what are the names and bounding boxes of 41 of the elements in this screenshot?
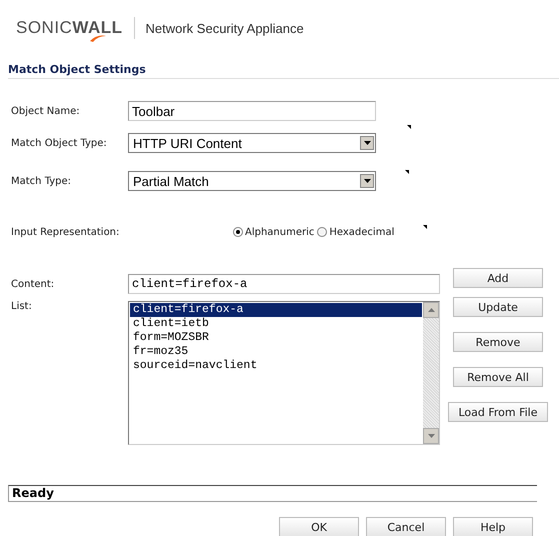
action-button[interactable]: Load From File — [448, 402, 548, 422]
action-button[interactable]: Remove All — [453, 367, 543, 387]
status-bar: Ready — [8, 485, 537, 502]
list-item[interactable]: client=firefox-a — [130, 303, 422, 317]
field-label: Object Name: — [11, 106, 81, 116]
logo: SONICWALL — [16, 17, 134, 39]
scroll-up-icon — [428, 308, 434, 312]
radio-button[interactable] — [317, 227, 328, 237]
dialog-button[interactable]: Cancel — [366, 517, 446, 536]
dropdown-arrow-icon — [364, 179, 370, 183]
scroll-down-icon — [428, 434, 434, 438]
radio-button[interactable] — [233, 227, 243, 237]
section-title: Match Object Settings — [8, 63, 559, 79]
list-item[interactable]: client=ietb — [130, 317, 422, 331]
list-box[interactable]: client=firefox-a client=ietb form=MOZSBR fr=moz35 sourceid=navclient — [128, 301, 440, 445]
field-label: List: — [11, 301, 33, 314]
radio-option[interactable]: Alphanumeric — [233, 226, 314, 238]
corner-mark-icon — [405, 170, 409, 174]
action-button[interactable]: Update — [453, 297, 543, 317]
scrollbar[interactable] — [423, 302, 439, 444]
dialog-button[interactable]: OK — [279, 517, 359, 536]
content-field[interactable]: client=firefox-a — [128, 274, 440, 294]
match-type-dropdown[interactable]: Partial Match — [128, 171, 376, 191]
object-name-field[interactable]: Toolbar — [128, 101, 376, 121]
field-label: Match Type: — [11, 176, 72, 186]
product-name: Network Security Appliance — [144, 20, 304, 36]
corner-mark-icon — [407, 125, 411, 129]
match-object-type-dropdown[interactable]: HTTP URI Content — [128, 133, 376, 153]
radio-option[interactable]: Hexadecimal — [317, 226, 394, 238]
action-button[interactable]: Remove — [453, 332, 543, 352]
field-label: Input Representation: — [11, 226, 120, 238]
list-item[interactable]: form=MOZSBR — [130, 331, 422, 345]
dropdown-arrow-icon — [364, 141, 370, 145]
field-label: Content: — [11, 278, 56, 290]
dialog-button[interactable]: Help — [453, 517, 533, 536]
field-label: Match Object Type: — [11, 138, 108, 148]
action-button[interactable]: Add — [453, 268, 543, 288]
list-item[interactable]: sourceid=navclient — [130, 359, 422, 373]
swoosh-icon — [90, 34, 106, 42]
corner-mark-icon — [423, 225, 428, 229]
list-item[interactable]: fr=moz35 — [130, 345, 422, 359]
